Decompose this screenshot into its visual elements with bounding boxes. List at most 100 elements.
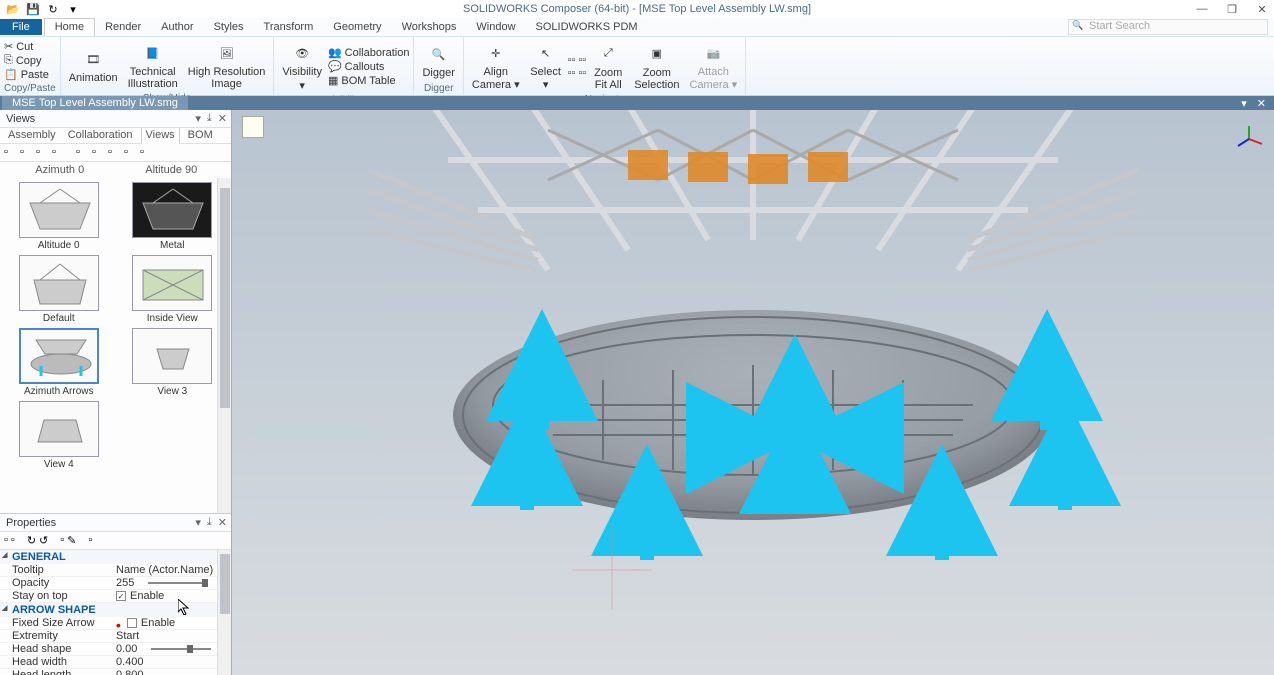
view-thumb[interactable]: [19, 182, 99, 238]
view-thumb[interactable]: [132, 328, 212, 384]
prop-row-fixedsize[interactable]: Fixed Size Arrow Enable: [0, 617, 231, 630]
save-icon[interactable]: 💾: [26, 2, 40, 16]
views-header: Altitude 90: [116, 164, 228, 176]
view-item[interactable]: View 4: [4, 401, 114, 470]
bom-table-button[interactable]: ▦BOM Table: [328, 74, 410, 87]
view-thumb[interactable]: [132, 255, 212, 311]
qat-dropdown-icon[interactable]: ▾: [66, 2, 80, 16]
prop-tool-icon[interactable]: ↻: [27, 534, 36, 547]
prop-row-stayontop[interactable]: Stay on top ✓Enable: [0, 590, 231, 603]
document-tab[interactable]: MSE Top Level Assembly LW.smg: [2, 96, 188, 110]
menu-transform[interactable]: Transform: [254, 21, 324, 33]
search-input[interactable]: Start Search: [1068, 19, 1268, 35]
menu-render[interactable]: Render: [95, 21, 151, 33]
views-tool-icon[interactable]: ▫: [140, 146, 154, 160]
panel-collapse-icon[interactable]: ▾: [195, 112, 201, 125]
prop-row-tooltip[interactable]: Tooltip Name (Actor.Name)▾: [0, 564, 231, 577]
views-tool-icon[interactable]: ▫: [36, 146, 50, 160]
views-scrollbar[interactable]: [217, 178, 231, 513]
views-tool-icon[interactable]: ▫: [4, 146, 18, 160]
panel-pin-icon[interactable]: ⤓: [207, 516, 212, 529]
tab-close-icon[interactable]: ✕: [1257, 97, 1266, 110]
copy-button[interactable]: ⎘Copy: [4, 54, 49, 67]
prop-row-headwidth[interactable]: Head width 0.400: [0, 656, 231, 669]
menu-author[interactable]: Author: [151, 21, 203, 33]
view-item[interactable]: Altitude 0: [4, 182, 114, 251]
view-thumb[interactable]: [132, 182, 212, 238]
model-view[interactable]: [272, 110, 1234, 615]
panel-pin-icon[interactable]: ⤓: [207, 112, 212, 125]
zoom-fit-all-button[interactable]: ⤢Zoom Fit All: [588, 40, 628, 93]
panel-close-icon[interactable]: ✕: [218, 516, 227, 529]
tab-bom[interactable]: BOM: [184, 127, 217, 143]
viewport[interactable]: [232, 110, 1274, 675]
properties-scrollbar[interactable]: [217, 550, 231, 675]
prop-tool-icon[interactable]: ✎: [67, 534, 76, 547]
prop-tool-icon[interactable]: ▫: [4, 534, 8, 547]
small-nav-icons2[interactable]: ▫▫▫▫: [568, 67, 587, 79]
ribbon-group-navigate: ✛Align Camera ▾ ↖Select ▾ ▫▫▫▫ ▫▫▫▫ ⤢Zoo…: [464, 37, 746, 95]
tab-views[interactable]: Views: [141, 126, 180, 144]
callouts-button[interactable]: 💬Callouts: [328, 60, 410, 73]
views-tool-icon[interactable]: ▫: [76, 146, 90, 160]
view-item[interactable]: View 3: [118, 328, 228, 397]
view-thumb[interactable]: [19, 328, 99, 384]
view-thumb[interactable]: [19, 401, 99, 457]
maximize-button[interactable]: ❐: [1224, 3, 1240, 16]
menu-home[interactable]: Home: [44, 18, 95, 36]
small-nav-icons[interactable]: ▫▫▫▫: [568, 54, 587, 66]
view-item[interactable]: Azimuth Arrows: [4, 328, 114, 397]
minimize-button[interactable]: —: [1194, 3, 1210, 16]
view-item[interactable]: Metal: [118, 182, 228, 251]
view-item[interactable]: Default: [4, 255, 114, 324]
prop-row-opacity[interactable]: Opacity 255: [0, 577, 231, 590]
tab-collaboration[interactable]: Collaboration: [64, 127, 137, 143]
high-resolution-image-button[interactable]: 🖼High Resolution Image: [184, 39, 270, 92]
menu-workshops[interactable]: Workshops: [392, 21, 467, 33]
camera-icon: 📷: [701, 41, 725, 65]
prop-section-arrowshape[interactable]: ARROW SHAPE: [0, 603, 231, 617]
views-tool-icon[interactable]: ▫: [20, 146, 34, 160]
prop-section-general[interactable]: GENERAL: [0, 550, 231, 564]
select-button[interactable]: ↖Select ▾: [526, 39, 566, 93]
close-button[interactable]: ✕: [1254, 3, 1270, 16]
attach-camera-button[interactable]: 📷Attach Camera ▾: [685, 39, 741, 93]
prop-row-headshape[interactable]: Head shape 0.00: [0, 643, 231, 656]
menu-geometry[interactable]: Geometry: [323, 21, 391, 33]
digger-button[interactable]: 🔍Digger: [418, 40, 458, 81]
views-tool-icon[interactable]: ▫: [124, 146, 138, 160]
collaboration-button[interactable]: 👥Collaboration: [328, 46, 410, 59]
views-tool-icon[interactable]: ▫: [108, 146, 122, 160]
prop-row-headlength[interactable]: Head length 0.800: [0, 669, 231, 675]
prop-tool-icon[interactable]: ▫: [88, 534, 92, 547]
prop-row-extremity[interactable]: Extremity Start▾: [0, 630, 231, 643]
views-tool-icon[interactable]: ▫: [52, 146, 66, 160]
panel-collapse-icon[interactable]: ▾: [195, 516, 201, 529]
view-thumb[interactable]: [19, 255, 99, 311]
file-menu[interactable]: File: [0, 19, 42, 35]
paste-button[interactable]: 📋Paste: [4, 68, 49, 81]
menu-solidworks-pdm[interactable]: SOLIDWORKS PDM: [526, 21, 648, 33]
viewport-tool-icon[interactable]: [242, 116, 264, 138]
menu-styles[interactable]: Styles: [204, 21, 254, 33]
animation-button[interactable]: 🎞Animation: [65, 45, 122, 86]
align-camera-button[interactable]: ✛Align Camera ▾: [468, 39, 524, 93]
axis-gizmo-icon[interactable]: [1234, 124, 1264, 154]
prop-tool-icon[interactable]: ▫: [11, 534, 15, 547]
views-tool-icon[interactable]: ▫: [92, 146, 106, 160]
open-icon[interactable]: 📂: [6, 2, 20, 16]
redo-icon[interactable]: ↻: [46, 2, 60, 16]
visibility-button[interactable]: 👁Visibility▾: [278, 39, 326, 94]
prop-tool-icon[interactable]: ▫: [60, 534, 64, 547]
panel-close-icon[interactable]: ✕: [218, 112, 227, 125]
zoom-selection-button[interactable]: ▣Zoom Selection: [630, 40, 683, 93]
cut-button[interactable]: ✂Cut: [4, 40, 49, 53]
tab-menu-icon[interactable]: ▾: [1241, 97, 1247, 110]
menu-window[interactable]: Window: [466, 21, 525, 33]
checkbox-icon[interactable]: ✓: [116, 591, 126, 601]
checkbox-icon[interactable]: [127, 618, 137, 628]
view-item[interactable]: Inside View: [118, 255, 228, 324]
tab-assembly[interactable]: Assembly: [4, 127, 60, 143]
technical-illustration-button[interactable]: 📘Technical Illustration: [124, 39, 182, 92]
prop-tool-icon[interactable]: ↺: [39, 534, 48, 547]
